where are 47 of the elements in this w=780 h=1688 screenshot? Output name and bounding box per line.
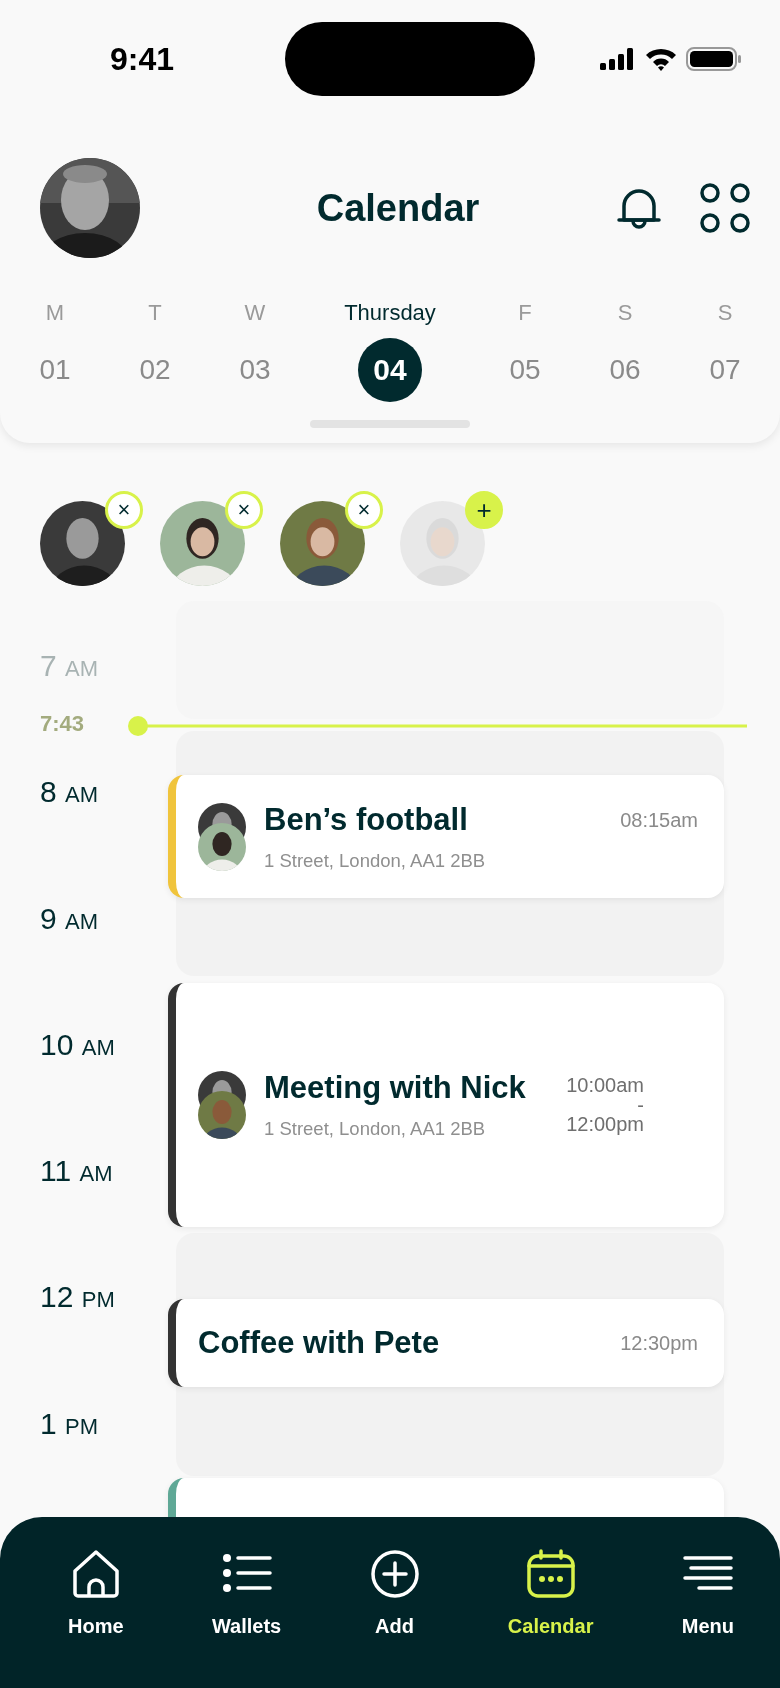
hour-label: 10 AM bbox=[40, 1027, 115, 1061]
weekday-label: S bbox=[617, 300, 633, 327]
hour-label: 11 AM bbox=[40, 1154, 113, 1188]
hour-label: 12 PM bbox=[40, 1280, 115, 1314]
current-time: 7:43 bbox=[40, 711, 85, 737]
nav-tab[interactable]: Menu bbox=[681, 1549, 734, 1645]
hour-label: 7 AM bbox=[40, 649, 99, 682]
weekday-label: S bbox=[717, 300, 733, 327]
weekday-label: Thursday bbox=[344, 300, 436, 327]
battery-icon bbox=[686, 46, 742, 72]
event-title: Meeting with Nick bbox=[264, 1070, 527, 1106]
event-title: Coffee with Pete bbox=[198, 1325, 441, 1361]
participant-badge[interactable]: + bbox=[465, 491, 503, 529]
participant-badge[interactable]: × bbox=[105, 491, 143, 529]
calendar-icon bbox=[525, 1549, 576, 1599]
home-icon bbox=[70, 1549, 121, 1599]
date-button[interactable]: 04 bbox=[358, 338, 422, 402]
nav-tab[interactable]: Calendar bbox=[507, 1549, 594, 1645]
hour-label: 8 AM bbox=[40, 775, 99, 809]
weekday-label: M bbox=[45, 300, 65, 327]
event-address: 1 Street, London, AA1 2BB bbox=[264, 849, 487, 872]
nav-tab[interactable]: Add bbox=[369, 1549, 420, 1645]
page-title: Calendar bbox=[316, 186, 480, 230]
add-icon bbox=[369, 1549, 420, 1599]
event-card[interactable]: Ben’s football 1 Street, London, AA1 2BB 08:15am bbox=[168, 775, 724, 898]
hour-label: 1 PM bbox=[40, 1406, 99, 1440]
participant-badge[interactable]: × bbox=[225, 491, 263, 529]
event-address: 1 Street, London, AA1 2BB bbox=[264, 1118, 487, 1140]
wifi-icon bbox=[644, 46, 678, 72]
signal-icon bbox=[600, 47, 636, 71]
event-time: 12:00pm bbox=[566, 1113, 644, 1136]
apps-icon[interactable] bbox=[700, 183, 750, 233]
weekday-label: F bbox=[518, 300, 532, 327]
event-time: 12:30pm bbox=[620, 1331, 698, 1355]
event-time: - bbox=[637, 1097, 644, 1113]
event-title: Ben’s football bbox=[264, 801, 469, 838]
weekday-label: T bbox=[148, 300, 162, 327]
event-time: 08:15am bbox=[620, 809, 698, 832]
event-time: 10:00am bbox=[566, 1074, 644, 1097]
weekday-label: W bbox=[244, 300, 266, 327]
hour-label: 9 AM bbox=[40, 901, 99, 935]
nav-tab[interactable]: Home bbox=[68, 1549, 124, 1645]
participant-badge[interactable]: × bbox=[345, 491, 383, 529]
nav-tab[interactable]: Wallets bbox=[211, 1549, 282, 1645]
status-time: 9:41 bbox=[110, 40, 176, 78]
event-card[interactable]: Meeting with Nick 1 Street, London, AA1 2BB 10:00am - 12:00pm bbox=[168, 983, 724, 1227]
event-card[interactable]: Coffee with Pete 12:30pm bbox=[168, 1299, 724, 1387]
